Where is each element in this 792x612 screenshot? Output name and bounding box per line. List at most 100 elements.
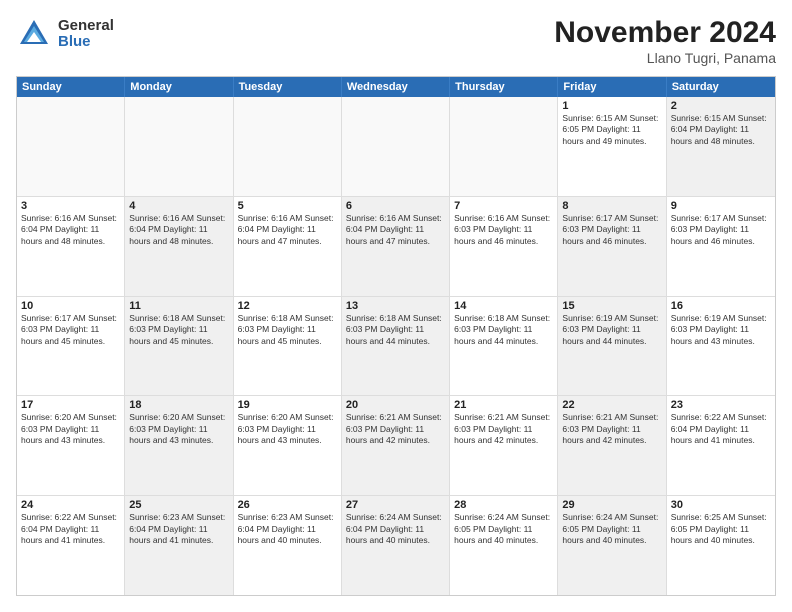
cell-info: Sunrise: 6:16 AM Sunset: 6:04 PM Dayligh…: [21, 213, 120, 247]
cal-cell-0-1: [125, 97, 233, 196]
day-number: 4: [129, 200, 228, 212]
day-number: 29: [562, 499, 661, 511]
day-number: 3: [21, 200, 120, 212]
cell-info: Sunrise: 6:20 AM Sunset: 6:03 PM Dayligh…: [129, 412, 228, 446]
cell-info: Sunrise: 6:20 AM Sunset: 6:03 PM Dayligh…: [238, 412, 337, 446]
cal-cell-1-5: 8Sunrise: 6:17 AM Sunset: 6:03 PM Daylig…: [558, 197, 666, 296]
cal-cell-2-5: 15Sunrise: 6:19 AM Sunset: 6:03 PM Dayli…: [558, 297, 666, 396]
cal-cell-2-6: 16Sunrise: 6:19 AM Sunset: 6:03 PM Dayli…: [667, 297, 775, 396]
logo-general-label: General: [58, 18, 114, 35]
logo-icon: [16, 16, 52, 52]
cell-info: Sunrise: 6:25 AM Sunset: 6:05 PM Dayligh…: [671, 512, 771, 546]
cell-info: Sunrise: 6:21 AM Sunset: 6:03 PM Dayligh…: [346, 412, 445, 446]
day-number: 30: [671, 499, 771, 511]
cal-cell-4-3: 27Sunrise: 6:24 AM Sunset: 6:04 PM Dayli…: [342, 496, 450, 595]
cell-info: Sunrise: 6:20 AM Sunset: 6:03 PM Dayligh…: [21, 412, 120, 446]
day-number: 26: [238, 499, 337, 511]
day-number: 13: [346, 300, 445, 312]
day-number: 1: [562, 100, 661, 112]
calendar-row-1: 3Sunrise: 6:16 AM Sunset: 6:04 PM Daylig…: [17, 197, 775, 297]
header-day-friday: Friday: [558, 77, 666, 97]
cell-info: Sunrise: 6:15 AM Sunset: 6:05 PM Dayligh…: [562, 113, 661, 147]
cell-info: Sunrise: 6:21 AM Sunset: 6:03 PM Dayligh…: [562, 412, 661, 446]
cal-cell-3-3: 20Sunrise: 6:21 AM Sunset: 6:03 PM Dayli…: [342, 396, 450, 495]
day-number: 11: [129, 300, 228, 312]
calendar-row-4: 24Sunrise: 6:22 AM Sunset: 6:04 PM Dayli…: [17, 496, 775, 595]
cal-cell-1-3: 6Sunrise: 6:16 AM Sunset: 6:04 PM Daylig…: [342, 197, 450, 296]
cal-cell-2-0: 10Sunrise: 6:17 AM Sunset: 6:03 PM Dayli…: [17, 297, 125, 396]
cell-info: Sunrise: 6:19 AM Sunset: 6:03 PM Dayligh…: [671, 313, 771, 347]
day-number: 2: [671, 100, 771, 112]
cal-cell-4-5: 29Sunrise: 6:24 AM Sunset: 6:05 PM Dayli…: [558, 496, 666, 595]
cell-info: Sunrise: 6:18 AM Sunset: 6:03 PM Dayligh…: [238, 313, 337, 347]
main-title: November 2024: [554, 16, 776, 50]
cell-info: Sunrise: 6:21 AM Sunset: 6:03 PM Dayligh…: [454, 412, 553, 446]
calendar-body: 1Sunrise: 6:15 AM Sunset: 6:05 PM Daylig…: [17, 97, 775, 595]
day-number: 23: [671, 399, 771, 411]
logo-blue-label: Blue: [58, 34, 114, 51]
header-day-wednesday: Wednesday: [342, 77, 450, 97]
day-number: 21: [454, 399, 553, 411]
cell-info: Sunrise: 6:19 AM Sunset: 6:03 PM Dayligh…: [562, 313, 661, 347]
cell-info: Sunrise: 6:22 AM Sunset: 6:04 PM Dayligh…: [671, 412, 771, 446]
cal-cell-4-0: 24Sunrise: 6:22 AM Sunset: 6:04 PM Dayli…: [17, 496, 125, 595]
cal-cell-3-6: 23Sunrise: 6:22 AM Sunset: 6:04 PM Dayli…: [667, 396, 775, 495]
cal-cell-1-6: 9Sunrise: 6:17 AM Sunset: 6:03 PM Daylig…: [667, 197, 775, 296]
cal-cell-0-4: [450, 97, 558, 196]
cal-cell-3-5: 22Sunrise: 6:21 AM Sunset: 6:03 PM Dayli…: [558, 396, 666, 495]
day-number: 25: [129, 499, 228, 511]
subtitle: Llano Tugri, Panama: [554, 50, 776, 66]
header-day-saturday: Saturday: [667, 77, 775, 97]
day-number: 17: [21, 399, 120, 411]
cal-cell-2-2: 12Sunrise: 6:18 AM Sunset: 6:03 PM Dayli…: [234, 297, 342, 396]
cell-info: Sunrise: 6:17 AM Sunset: 6:03 PM Dayligh…: [671, 213, 771, 247]
header-day-tuesday: Tuesday: [234, 77, 342, 97]
cal-cell-0-0: [17, 97, 125, 196]
day-number: 20: [346, 399, 445, 411]
cell-info: Sunrise: 6:18 AM Sunset: 6:03 PM Dayligh…: [129, 313, 228, 347]
header-day-sunday: Sunday: [17, 77, 125, 97]
cal-cell-3-2: 19Sunrise: 6:20 AM Sunset: 6:03 PM Dayli…: [234, 396, 342, 495]
cal-cell-4-1: 25Sunrise: 6:23 AM Sunset: 6:04 PM Dayli…: [125, 496, 233, 595]
day-number: 6: [346, 200, 445, 212]
cell-info: Sunrise: 6:17 AM Sunset: 6:03 PM Dayligh…: [21, 313, 120, 347]
day-number: 19: [238, 399, 337, 411]
cal-cell-0-3: [342, 97, 450, 196]
cal-cell-3-4: 21Sunrise: 6:21 AM Sunset: 6:03 PM Dayli…: [450, 396, 558, 495]
calendar-row-2: 10Sunrise: 6:17 AM Sunset: 6:03 PM Dayli…: [17, 297, 775, 397]
day-number: 16: [671, 300, 771, 312]
cal-cell-4-2: 26Sunrise: 6:23 AM Sunset: 6:04 PM Dayli…: [234, 496, 342, 595]
day-number: 15: [562, 300, 661, 312]
day-number: 7: [454, 200, 553, 212]
day-number: 14: [454, 300, 553, 312]
header: General Blue November 2024 Llano Tugri, …: [16, 16, 776, 66]
day-number: 8: [562, 200, 661, 212]
calendar-header: SundayMondayTuesdayWednesdayThursdayFrid…: [17, 77, 775, 97]
day-number: 9: [671, 200, 771, 212]
day-number: 12: [238, 300, 337, 312]
cell-info: Sunrise: 6:24 AM Sunset: 6:04 PM Dayligh…: [346, 512, 445, 546]
calendar-row-3: 17Sunrise: 6:20 AM Sunset: 6:03 PM Dayli…: [17, 396, 775, 496]
day-number: 22: [562, 399, 661, 411]
calendar-row-0: 1Sunrise: 6:15 AM Sunset: 6:05 PM Daylig…: [17, 97, 775, 197]
cal-cell-2-3: 13Sunrise: 6:18 AM Sunset: 6:03 PM Dayli…: [342, 297, 450, 396]
cal-cell-0-5: 1Sunrise: 6:15 AM Sunset: 6:05 PM Daylig…: [558, 97, 666, 196]
cal-cell-1-2: 5Sunrise: 6:16 AM Sunset: 6:04 PM Daylig…: [234, 197, 342, 296]
day-number: 10: [21, 300, 120, 312]
cal-cell-2-1: 11Sunrise: 6:18 AM Sunset: 6:03 PM Dayli…: [125, 297, 233, 396]
header-day-monday: Monday: [125, 77, 233, 97]
day-number: 28: [454, 499, 553, 511]
cal-cell-3-0: 17Sunrise: 6:20 AM Sunset: 6:03 PM Dayli…: [17, 396, 125, 495]
cell-info: Sunrise: 6:23 AM Sunset: 6:04 PM Dayligh…: [129, 512, 228, 546]
cal-cell-1-0: 3Sunrise: 6:16 AM Sunset: 6:04 PM Daylig…: [17, 197, 125, 296]
day-number: 18: [129, 399, 228, 411]
calendar: SundayMondayTuesdayWednesdayThursdayFrid…: [16, 76, 776, 596]
logo-text: General Blue: [58, 18, 114, 51]
header-day-thursday: Thursday: [450, 77, 558, 97]
cal-cell-1-4: 7Sunrise: 6:16 AM Sunset: 6:03 PM Daylig…: [450, 197, 558, 296]
cell-info: Sunrise: 6:23 AM Sunset: 6:04 PM Dayligh…: [238, 512, 337, 546]
cell-info: Sunrise: 6:16 AM Sunset: 6:03 PM Dayligh…: [454, 213, 553, 247]
cell-info: Sunrise: 6:16 AM Sunset: 6:04 PM Dayligh…: [129, 213, 228, 247]
cal-cell-0-2: [234, 97, 342, 196]
logo: General Blue: [16, 16, 114, 52]
